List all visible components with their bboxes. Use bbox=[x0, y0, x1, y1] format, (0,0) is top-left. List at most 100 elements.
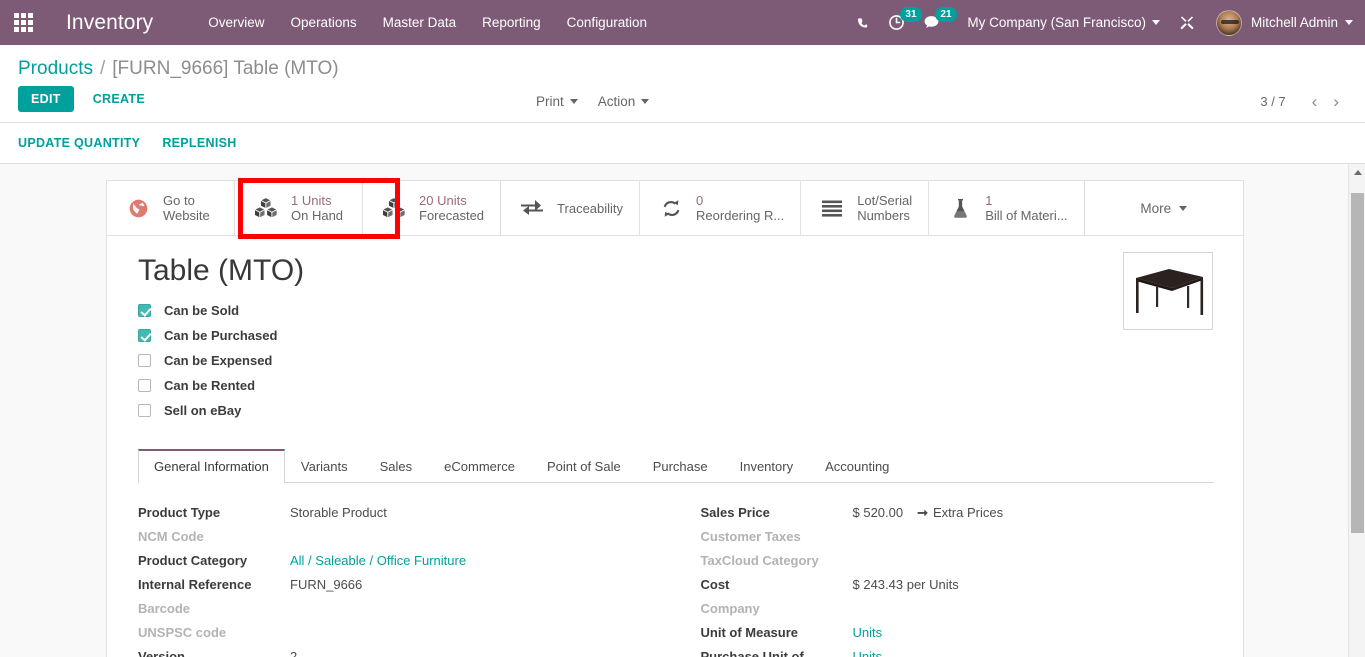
stat-button-units-forecasted[interactable]: 20 Units Forecasted bbox=[363, 181, 502, 235]
field-value[interactable]: All / Saleable / Office Furniture bbox=[290, 553, 466, 568]
action-dropdown[interactable]: Action bbox=[598, 94, 650, 109]
scroll-thumb[interactable] bbox=[1351, 193, 1364, 533]
tab-accounting[interactable]: Accounting bbox=[809, 449, 905, 483]
user-menu[interactable]: Mitchell Admin bbox=[1215, 9, 1353, 36]
control-panel-buttons: EDIT CREATE Print Action 3 / 7 ‹ › bbox=[0, 86, 1365, 122]
messages-count-badge: 21 bbox=[935, 7, 957, 22]
replenish-button[interactable]: REPLENISH bbox=[162, 134, 236, 152]
field-value[interactable]: Units bbox=[853, 625, 883, 640]
field-taxcloud-category: TaxCloud Category bbox=[701, 553, 1214, 577]
tab-ecommerce[interactable]: eCommerce bbox=[428, 449, 531, 483]
edit-button[interactable]: EDIT bbox=[18, 86, 74, 112]
field-value[interactable]: FURN_9666 bbox=[290, 577, 362, 592]
pager-counter: 3 / 7 bbox=[1260, 93, 1286, 109]
field-cost: Cost $ 243.43 per Units bbox=[701, 577, 1214, 601]
avatar bbox=[1215, 9, 1242, 36]
tab-point-of-sale[interactable]: Point of Sale bbox=[531, 449, 637, 483]
stat-text: 20 Units Forecasted bbox=[419, 193, 484, 223]
stat-button-lot-serial-numbers[interactable]: Lot/Serial Numbers bbox=[801, 181, 930, 235]
extra-prices-link[interactable]: ➞ Extra Prices bbox=[917, 505, 1003, 521]
checkbox-can-be-sold[interactable] bbox=[138, 304, 151, 317]
phone-icon[interactable] bbox=[855, 0, 870, 45]
stat-button-bar: Go to Website 1 Units On Hand 20 Units F… bbox=[107, 178, 1243, 239]
field-customer-taxes: Customer Taxes bbox=[701, 529, 1214, 553]
stat-label-line2: Numbers bbox=[857, 208, 910, 223]
print-dropdown[interactable]: Print bbox=[536, 94, 578, 109]
field-unit-of-measure: Unit of Measure Units bbox=[701, 625, 1214, 649]
checkbox-row-can-be-rented[interactable]: Can be Rented bbox=[138, 373, 1213, 398]
tab-purchase[interactable]: Purchase bbox=[637, 449, 724, 483]
control-panel-dropdowns: Print Action bbox=[536, 86, 669, 116]
stat-button-bill-of-materials[interactable]: 1 Bill of Materi... bbox=[929, 181, 1085, 235]
boxes-icon bbox=[379, 197, 409, 219]
stat-value: 1 Units bbox=[291, 193, 332, 208]
checkbox-label: Can be Expensed bbox=[164, 353, 273, 368]
breadcrumb-products-link[interactable]: Products bbox=[18, 58, 93, 80]
stat-button-reordering-rules[interactable]: 0 Reordering R... bbox=[640, 181, 802, 235]
menu-item-overview[interactable]: Overview bbox=[195, 0, 277, 45]
checkbox-label: Can be Purchased bbox=[164, 328, 278, 343]
field-label: Purchase Unit of bbox=[700, 649, 804, 657]
menu-item-master-data[interactable]: Master Data bbox=[370, 0, 470, 45]
stat-more-dropdown[interactable]: More bbox=[1085, 181, 1243, 235]
messages-chat-icon[interactable]: 21 bbox=[923, 0, 957, 45]
menu-item-operations[interactable]: Operations bbox=[278, 0, 370, 45]
checkbox-row-can-be-sold[interactable]: Can be Sold bbox=[138, 298, 1213, 323]
stat-label-line2: Traceability bbox=[557, 200, 624, 216]
action-label: Action bbox=[597, 93, 636, 109]
tab-inventory[interactable]: Inventory bbox=[724, 449, 809, 483]
checkbox-can-be-expensed[interactable] bbox=[138, 354, 151, 367]
field-value[interactable]: $ 520.00 bbox=[853, 505, 904, 520]
refresh-icon bbox=[656, 198, 686, 219]
app-brand-title[interactable]: Inventory bbox=[66, 11, 153, 35]
field-value[interactable]: Units bbox=[853, 649, 883, 657]
vertical-scrollbar[interactable] bbox=[1348, 164, 1365, 657]
activity-clock-icon[interactable]: 31 bbox=[888, 0, 922, 45]
tools-wrench-icon[interactable] bbox=[1179, 0, 1195, 45]
boxes-icon bbox=[251, 197, 281, 219]
field-label: Product Category bbox=[138, 553, 248, 568]
arrow-right-icon: ➞ bbox=[917, 505, 929, 520]
form-notebook-tabs: General Information Variants Sales eComm… bbox=[138, 449, 1214, 483]
field-internal-reference: Internal Reference FURN_9666 bbox=[138, 577, 676, 601]
stat-value: 20 Units bbox=[419, 193, 467, 208]
stat-label-line1: Lot/Serial bbox=[857, 193, 913, 208]
chevron-down-icon bbox=[1179, 205, 1188, 211]
checkbox-sell-on-ebay[interactable] bbox=[138, 404, 151, 417]
checkbox-can-be-purchased[interactable] bbox=[138, 329, 151, 342]
create-button[interactable]: CREATE bbox=[82, 86, 156, 112]
tab-general-information[interactable]: General Information bbox=[138, 449, 285, 483]
company-selector[interactable]: My Company (San Francisco) bbox=[967, 15, 1160, 30]
checkbox-label: Sell on eBay bbox=[164, 403, 242, 418]
checkbox-row-can-be-purchased[interactable]: Can be Purchased bbox=[138, 323, 1213, 348]
pager-next-icon[interactable]: › bbox=[1325, 93, 1347, 110]
stat-button-units-on-hand[interactable]: 1 Units On Hand bbox=[235, 181, 363, 235]
product-image[interactable] bbox=[1123, 252, 1213, 330]
apps-menu-button[interactable] bbox=[0, 0, 46, 45]
scroll-up-arrow-icon[interactable] bbox=[1349, 164, 1365, 181]
checkbox-row-can-be-expensed[interactable]: Can be Expensed bbox=[138, 348, 1213, 373]
tab-variants[interactable]: Variants bbox=[285, 449, 364, 483]
field-value[interactable]: 2 bbox=[290, 649, 297, 657]
tab-sales[interactable]: Sales bbox=[364, 449, 429, 483]
stat-text: Traceability bbox=[557, 201, 623, 216]
stat-value: 0 bbox=[696, 193, 704, 208]
update-quantity-button[interactable]: UPDATE QUANTITY bbox=[18, 134, 140, 152]
general-information-panel: Product Type Storable Product NCM Code P… bbox=[107, 483, 1243, 657]
top-navbar: Inventory Overview Operations Master Dat… bbox=[0, 0, 1365, 45]
menu-item-configuration[interactable]: Configuration bbox=[554, 0, 660, 45]
pager-previous-icon[interactable]: ‹ bbox=[1304, 93, 1326, 110]
stat-button-traceability[interactable]: Traceability bbox=[501, 181, 641, 235]
field-label: Customer Taxes bbox=[700, 529, 801, 544]
field-value[interactable]: Storable Product bbox=[290, 505, 387, 520]
checkbox-can-be-rented[interactable] bbox=[138, 379, 151, 392]
stat-button-go-to-website[interactable]: Go to Website bbox=[107, 181, 235, 235]
checkbox-row-sell-on-ebay[interactable]: Sell on eBay bbox=[138, 398, 1213, 423]
field-label: Internal Reference bbox=[138, 577, 252, 592]
field-purchase-unit-of-measure: Purchase Unit of Units bbox=[701, 649, 1214, 657]
menu-item-reporting[interactable]: Reporting bbox=[469, 0, 554, 45]
stat-label-line2: Bill of Materi... bbox=[985, 208, 1068, 223]
activity-count-badge: 31 bbox=[900, 7, 922, 22]
stat-value: 1 bbox=[985, 193, 993, 208]
field-value[interactable]: $ 243.43 per Units bbox=[853, 577, 959, 592]
